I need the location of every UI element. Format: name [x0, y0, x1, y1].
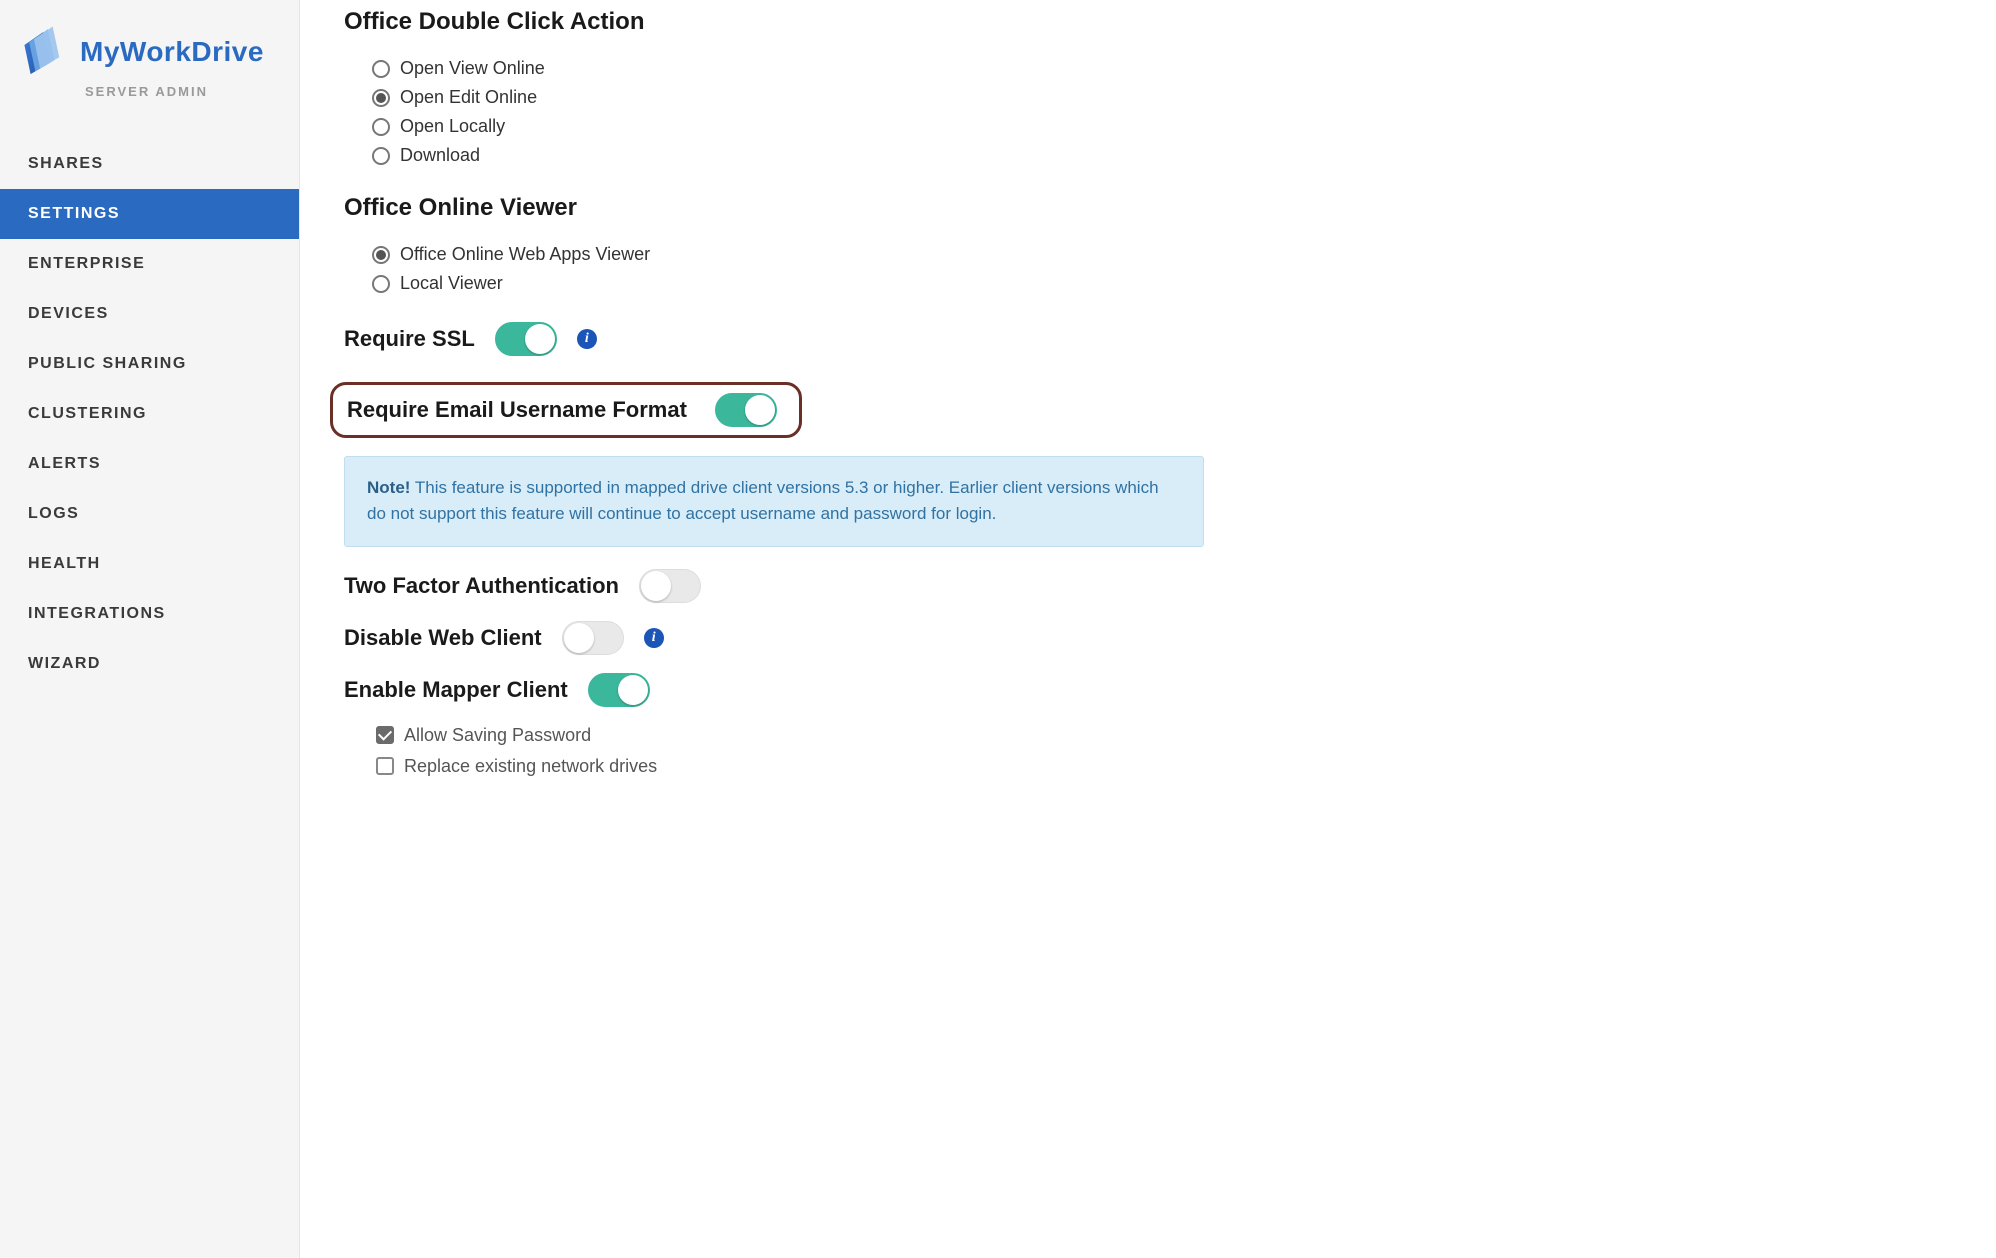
radio-open-locally[interactable]: Open Locally — [372, 116, 1952, 137]
sidebar-item-clustering[interactable]: CLUSTERING — [0, 389, 299, 439]
sidebar-item-health[interactable]: HEALTH — [0, 539, 299, 589]
nav: SHARES SETTINGS ENTERPRISE DEVICES PUBLI… — [0, 139, 299, 689]
checkbox-icon[interactable] — [376, 757, 394, 775]
radio-icon[interactable] — [372, 118, 390, 136]
info-icon[interactable]: i — [644, 628, 664, 648]
radio-open-edit-online[interactable]: Open Edit Online — [372, 87, 1952, 108]
require-email-label: Require Email Username Format — [347, 397, 687, 423]
brand: MyWorkDrive SERVER ADMIN — [0, 18, 299, 109]
brand-row: MyWorkDrive — [14, 24, 279, 80]
disable-web-toggle[interactable] — [562, 621, 624, 655]
require-email-toggle[interactable] — [715, 393, 777, 427]
require-ssl-toggle[interactable] — [495, 322, 557, 356]
sidebar-item-enterprise[interactable]: ENTERPRISE — [0, 239, 299, 289]
checkbox-allow-saving-password[interactable]: Allow Saving Password — [376, 725, 1952, 746]
checkbox-icon[interactable] — [376, 726, 394, 744]
radio-icon[interactable] — [372, 60, 390, 78]
brand-name: MyWorkDrive — [80, 36, 264, 68]
sidebar: MyWorkDrive SERVER ADMIN SHARES SETTINGS… — [0, 0, 300, 1258]
sidebar-item-alerts[interactable]: ALERTS — [0, 439, 299, 489]
sidebar-item-devices[interactable]: DEVICES — [0, 289, 299, 339]
note-prefix: Note! — [367, 478, 410, 497]
sidebar-item-shares[interactable]: SHARES — [0, 139, 299, 189]
enable-mapper-toggle[interactable] — [588, 673, 650, 707]
checkbox-label: Allow Saving Password — [404, 725, 591, 746]
disable-web-row: Disable Web Client i — [344, 621, 1952, 655]
two-factor-label: Two Factor Authentication — [344, 573, 619, 599]
radio-label: Open Edit Online — [400, 87, 537, 108]
radio-web-apps-viewer[interactable]: Office Online Web Apps Viewer — [372, 244, 1952, 265]
two-factor-toggle[interactable] — [639, 569, 701, 603]
online-viewer-options: Office Online Web Apps Viewer Local View… — [372, 244, 1952, 294]
double-click-options: Open View Online Open Edit Online Open L… — [372, 58, 1952, 166]
sidebar-item-wizard[interactable]: WIZARD — [0, 639, 299, 689]
radio-label: Open View Online — [400, 58, 545, 79]
two-factor-row: Two Factor Authentication — [344, 569, 1952, 603]
checkbox-replace-network-drives[interactable]: Replace existing network drives — [376, 756, 1952, 777]
sidebar-item-public-sharing[interactable]: PUBLIC SHARING — [0, 339, 299, 389]
radio-icon[interactable] — [372, 89, 390, 107]
radio-label: Office Online Web Apps Viewer — [400, 244, 650, 265]
enable-mapper-row: Enable Mapper Client — [344, 673, 1952, 707]
section-title-double-click: Office Double Click Action — [344, 8, 1952, 36]
note-text: This feature is supported in mapped driv… — [367, 478, 1159, 523]
radio-download[interactable]: Download — [372, 145, 1952, 166]
radio-local-viewer[interactable]: Local Viewer — [372, 273, 1952, 294]
main-content: Office Double Click Action Open View Onl… — [300, 0, 1996, 1258]
radio-open-view-online[interactable]: Open View Online — [372, 58, 1952, 79]
radio-icon[interactable] — [372, 275, 390, 293]
mapper-options: Allow Saving Password Replace existing n… — [376, 725, 1952, 777]
enable-mapper-label: Enable Mapper Client — [344, 677, 568, 703]
require-email-highlight: Require Email Username Format — [330, 382, 802, 438]
radio-icon[interactable] — [372, 147, 390, 165]
radio-label: Download — [400, 145, 480, 166]
radio-label: Local Viewer — [400, 273, 503, 294]
checkbox-label: Replace existing network drives — [404, 756, 657, 777]
note-panel: Note! This feature is supported in mappe… — [344, 456, 1204, 547]
brand-logo-icon — [14, 24, 70, 80]
sidebar-item-integrations[interactable]: INTEGRATIONS — [0, 589, 299, 639]
section-title-online-viewer: Office Online Viewer — [344, 194, 1952, 222]
disable-web-label: Disable Web Client — [344, 625, 542, 651]
radio-label: Open Locally — [400, 116, 505, 137]
sidebar-item-logs[interactable]: LOGS — [0, 489, 299, 539]
radio-icon[interactable] — [372, 246, 390, 264]
require-ssl-row: Require SSL i — [344, 322, 1952, 356]
info-icon[interactable]: i — [577, 329, 597, 349]
sidebar-item-settings[interactable]: SETTINGS — [0, 189, 299, 239]
require-ssl-label: Require SSL — [344, 326, 475, 352]
brand-subtitle: SERVER ADMIN — [14, 84, 279, 99]
